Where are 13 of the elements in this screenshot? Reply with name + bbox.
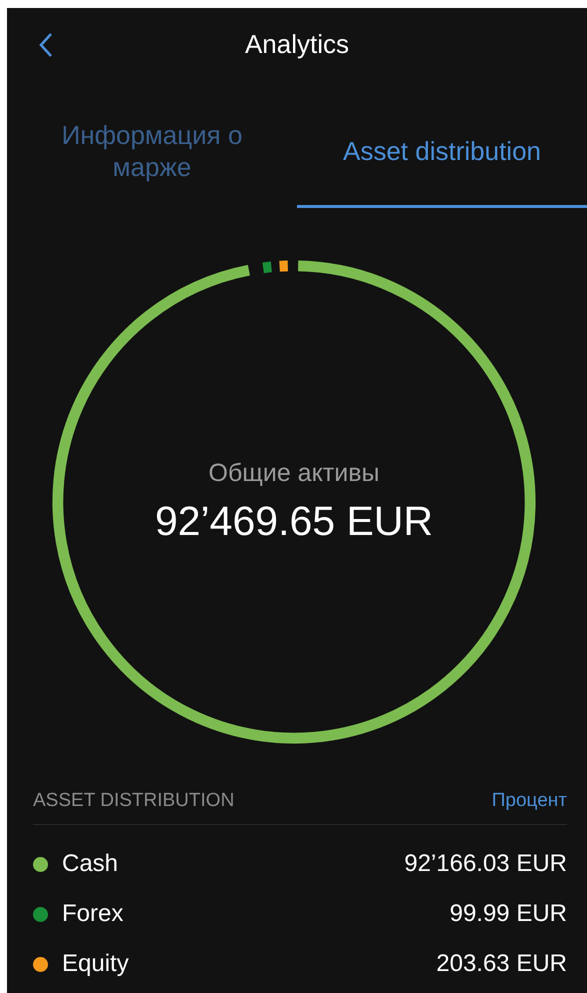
tab[interactable]: Asset distribution [297, 96, 587, 208]
asset-name: Forex [62, 900, 124, 928]
total-label: Общие активы [208, 459, 380, 488]
tab[interactable]: Информация о марже [7, 96, 297, 208]
asset-amount: 92’166.03 EUR [404, 850, 567, 878]
asset-name: Equity [62, 950, 130, 978]
asset-amount: 99.99 EUR [450, 900, 567, 928]
percent-link[interactable]: Процент [492, 790, 567, 812]
section-heading: ASSET DISTRIBUTION [33, 790, 234, 812]
asset-name: Cash [62, 850, 120, 878]
total-value: 92’469.65 EUR [154, 498, 434, 545]
window-title: Analytics [244, 28, 350, 60]
asset-amount: 203.63 EUR [436, 950, 567, 978]
